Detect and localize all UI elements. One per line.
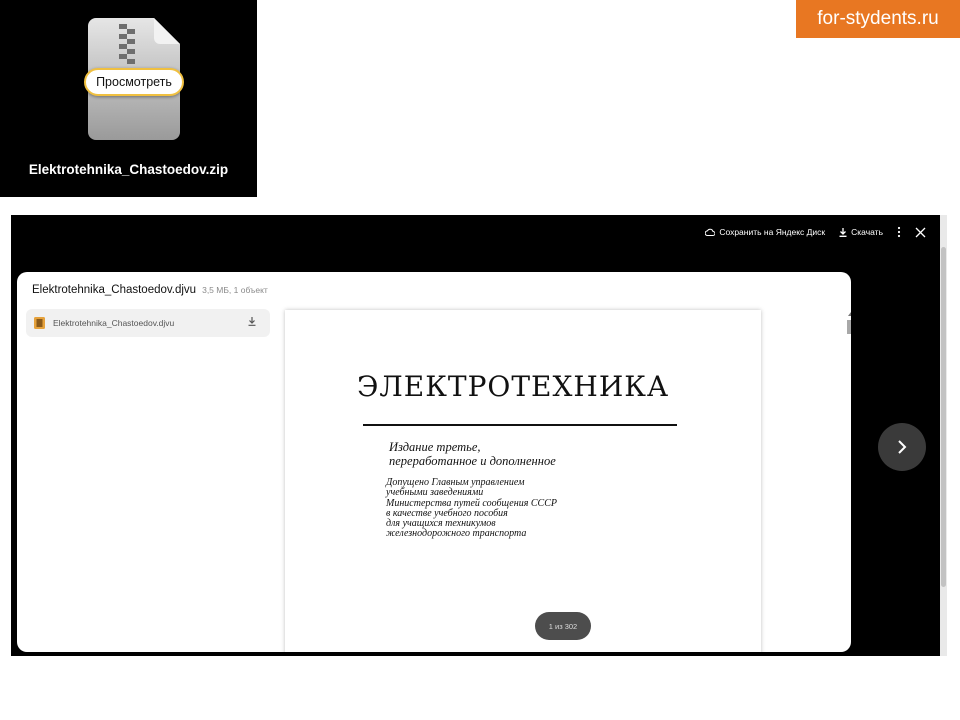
- viewer-scrollbar[interactable]: [940, 215, 947, 656]
- document-viewer: Сохранить на Яндекс Диск Скачать Elektro…: [11, 215, 940, 656]
- archive-panel: Elektrotehnika_Chastoedov.djvu 3,5 МБ, 1 …: [17, 272, 851, 652]
- zip-file-name: Elektrotehnika_Chastoedov.zip: [28, 162, 229, 177]
- edition-line: Издание третье,: [389, 440, 481, 454]
- file-list-item-name: Elektrotehnika_Chastoedov.djvu: [53, 318, 175, 328]
- more-vertical-icon: [897, 226, 901, 238]
- more-options-button[interactable]: [897, 226, 901, 238]
- scroll-up-arrow-icon[interactable]: [846, 310, 851, 318]
- scrollbar-thumb[interactable]: [847, 320, 851, 334]
- approval-text: Допущено Главным управлением учебными за…: [386, 477, 557, 540]
- cloud-save-icon: [705, 228, 716, 236]
- next-page-button[interactable]: [878, 423, 926, 471]
- save-to-disk-label: Сохранить на Яндекс Диск: [719, 227, 826, 237]
- viewer-scrollbar-thumb[interactable]: [941, 247, 946, 587]
- djvu-file-icon: [34, 317, 45, 329]
- close-icon: [915, 227, 926, 237]
- archive-title: Elektrotehnika_Chastoedov.djvu: [32, 284, 197, 296]
- preview-button[interactable]: Просмотреть: [84, 68, 184, 96]
- approval-line: железнодорожного транспорта: [386, 528, 527, 540]
- document-title: ЭЛЕКТРОТЕХНИКА: [357, 370, 670, 403]
- page-indicator: 1 из 302: [535, 612, 591, 640]
- save-to-disk-button[interactable]: Сохранить на Яндекс Диск: [705, 227, 825, 237]
- document-page: ЭЛЕКТРОТЕХНИКА Издание третье, переработ…: [285, 310, 761, 652]
- download-label: Скачать: [851, 227, 883, 237]
- page-scrollbar[interactable]: [846, 310, 851, 652]
- download-button[interactable]: Скачать: [839, 227, 883, 237]
- viewer-toolbar: Сохранить на Яндекс Диск Скачать: [705, 215, 940, 249]
- edition-line: переработанное и дополненное: [389, 454, 556, 468]
- chevron-right-icon: [898, 440, 907, 454]
- title-rule: [363, 424, 677, 426]
- archive-meta: 3,5 МБ, 1 объект: [202, 285, 268, 295]
- archive-header: Elektrotehnika_Chastoedov.djvu 3,5 МБ, 1 …: [32, 284, 268, 296]
- site-watermark: for-stydents.ru: [796, 0, 960, 38]
- close-button[interactable]: [915, 227, 926, 238]
- file-list-item[interactable]: Elektrotehnika_Chastoedov.djvu: [26, 309, 270, 337]
- download-icon[interactable]: [248, 317, 256, 326]
- download-icon: [839, 227, 847, 237]
- scroll-down-arrow-icon[interactable]: [846, 647, 851, 652]
- edition-text: Издание третье, переработанное и дополне…: [389, 440, 556, 468]
- zip-thumbnail[interactable]: Просмотреть Elektrotehnika_Chastoedov.zi…: [0, 0, 257, 197]
